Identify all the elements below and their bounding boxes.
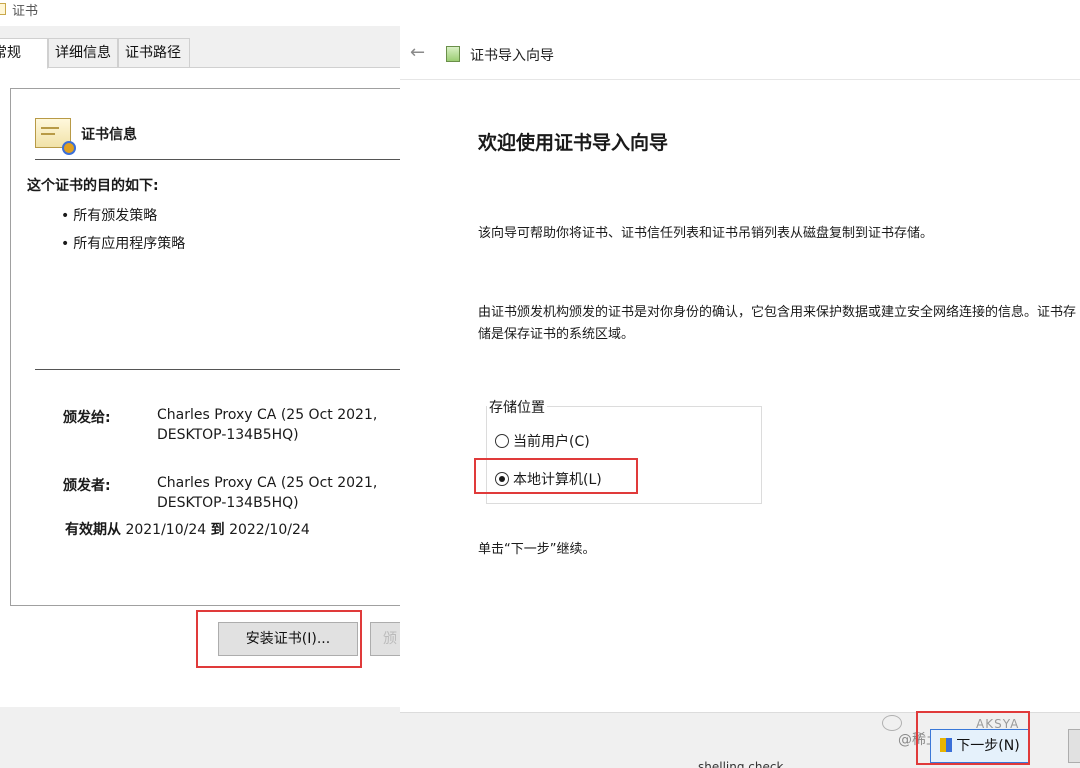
wizard-title: 证书导入向导 [470, 48, 554, 64]
continue-hint: 单击“下一步”继续。 [478, 542, 596, 557]
radio-label: 本地计算机(L) [513, 472, 602, 488]
divider [35, 159, 411, 160]
valid-to-label: 到 [210, 522, 225, 538]
cert-info-box: 证书信息 这个证书的目的如下: 所有颁发策略 所有应用程序策略 颁发给: Cha… [10, 88, 411, 606]
divider [35, 369, 411, 370]
back-arrow-icon[interactable]: ← [410, 42, 425, 63]
list-item: 所有颁发策略 [61, 205, 185, 233]
purpose-title: 这个证书的目的如下: [27, 178, 159, 194]
next-button[interactable]: 下一步(N) [930, 729, 1030, 763]
cert-titlebar: 证书 [0, 0, 420, 26]
import-wizard-window: ← 证书导入向导 欢迎使用证书导入向导 该向导可帮助你将证书、证书信任列表和证书… [400, 0, 1080, 768]
radio-checked-icon[interactable] [495, 472, 509, 486]
list-item: 所有应用程序策略 [61, 233, 185, 261]
wizard-header: ← 证书导入向导 [400, 0, 1080, 80]
uac-shield-icon [940, 738, 953, 752]
install-certificate-button[interactable]: 安装证书(I)... [218, 622, 358, 656]
background-window-text: shelling.check [698, 760, 784, 768]
tab-details[interactable]: 详细信息 [48, 38, 118, 68]
wizard-intro-text: 该向导可帮助你将证书、证书信任列表和证书吊销列表从磁盘复制到证书存储。 [478, 226, 934, 241]
tab-general[interactable]: 常规 [0, 38, 48, 69]
issued-by-value: Charles Proxy CA (25 Oct 2021, DESKTOP-1… [157, 475, 378, 511]
tab-cert-path[interactable]: 证书路径 [118, 38, 190, 68]
wizard-heading: 欢迎使用证书导入向导 [478, 132, 669, 154]
next-button-label: 下一步(N) [956, 738, 1020, 754]
cancel-button[interactable]: 取 [1068, 729, 1080, 763]
certificate-window: 证书 常规 详细信息 证书路径 证书信息 这个证书的目的如下: 所有颁发策略 所… [0, 0, 420, 768]
cert-tabs: 常规 详细信息 证书路径 [0, 38, 420, 69]
validity-row: 有效期从 2021/10/24 到 2022/10/24 [65, 519, 310, 539]
issued-to-value: Charles Proxy CA (25 Oct 2021, DESKTOP-1… [157, 407, 378, 443]
store-location-group: 存储位置 当前用户(C) 本地计算机(L) [486, 397, 762, 504]
radio-local-machine[interactable]: 本地计算机(L) [495, 469, 602, 489]
valid-from-value: 2021/10/24 [125, 522, 207, 538]
store-location-label: 存储位置 [487, 397, 547, 417]
issued-to-label: 颁发给: [63, 410, 111, 426]
wizard-explanation-text: 由证书颁发机构颁发的证书是对你身份的确认，它包含用来保护数据或建立安全网络连接的… [478, 305, 1077, 342]
radio-current-user[interactable]: 当前用户(C) [495, 431, 590, 451]
cert-info-heading: 证书信息 [81, 127, 137, 143]
radio-unchecked-icon[interactable] [495, 434, 509, 448]
issued-by-label: 颁发者: [63, 478, 111, 494]
purpose-list: 所有颁发策略 所有应用程序策略 [61, 205, 185, 261]
certificate-wizard-icon [446, 46, 460, 62]
certificate-icon [35, 118, 76, 155]
general-tab-panel: 证书信息 这个证书的目的如下: 所有颁发策略 所有应用程序策略 颁发给: Cha… [0, 67, 420, 707]
cert-window-title: 证书 [12, 4, 39, 19]
radio-label: 当前用户(C) [513, 434, 590, 450]
valid-to-value: 2022/10/24 [229, 522, 310, 538]
valid-from-label: 有效期从 [65, 522, 121, 538]
certificate-icon [0, 3, 6, 15]
